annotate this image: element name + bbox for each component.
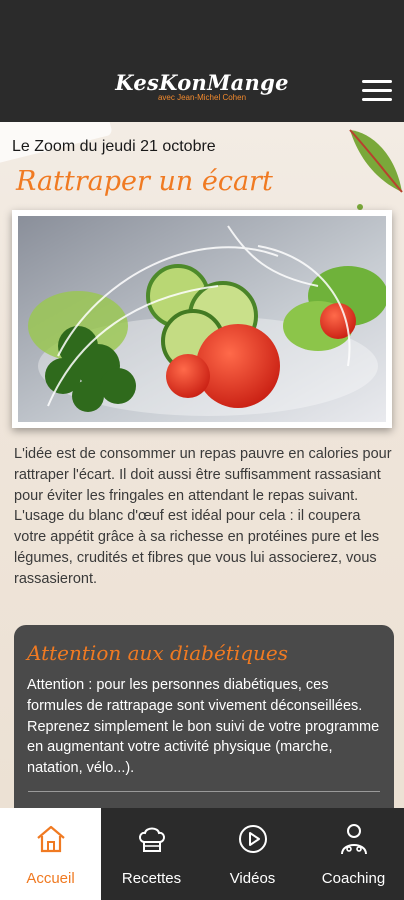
play-icon bbox=[238, 825, 267, 853]
diabetes-warning-box: Attention aux diabétiques Attention : po… bbox=[14, 625, 394, 808]
nav-item-coaching[interactable]: Coaching bbox=[303, 808, 404, 900]
nav-label-videos: Vidéos bbox=[229, 870, 276, 887]
article-title: Rattraper un écart bbox=[16, 166, 273, 197]
article-intro-text: L'idée est de consommer un repas pauvre … bbox=[14, 446, 392, 587]
nav-label-accueil: Accueil bbox=[26, 870, 75, 887]
home-icon bbox=[36, 825, 65, 853]
chef-hat-icon bbox=[138, 827, 165, 852]
salad-photo-image bbox=[18, 216, 386, 422]
hamburger-menu-icon[interactable] bbox=[362, 80, 392, 102]
app-logo[interactable]: KesKonMange avec Jean-Michel Cohen bbox=[0, 70, 404, 102]
decorative-leaf-icon bbox=[349, 129, 403, 210]
article-photo bbox=[12, 210, 392, 428]
warning-title: Attention aux diabétiques bbox=[27, 641, 289, 665]
logo-subtitle: avec Jean-Michel Cohen bbox=[157, 93, 247, 102]
warning-divider bbox=[28, 791, 380, 792]
article-content: Le Zoom du jeudi 21 octobre Rattraper un… bbox=[0, 122, 404, 808]
nav-item-videos[interactable]: Vidéos bbox=[202, 808, 303, 900]
nav-item-accueil[interactable]: Accueil bbox=[0, 808, 101, 900]
bottom-navigation: Accueil Recettes Vidéos Coaching bbox=[0, 808, 404, 900]
nav-label-recettes: Recettes bbox=[121, 870, 182, 887]
coach-icon bbox=[340, 824, 367, 855]
warning-text: Attention : pour les personnes diabétiqu… bbox=[27, 677, 380, 777]
logo-title: KesKonMange bbox=[115, 70, 289, 95]
nav-item-recettes[interactable]: Recettes bbox=[101, 808, 202, 900]
nav-label-coaching: Coaching bbox=[321, 870, 386, 887]
app-header: KesKonMange avec Jean-Michel Cohen bbox=[0, 0, 404, 122]
zoom-date-heading: Le Zoom du jeudi 21 octobre bbox=[12, 138, 216, 155]
